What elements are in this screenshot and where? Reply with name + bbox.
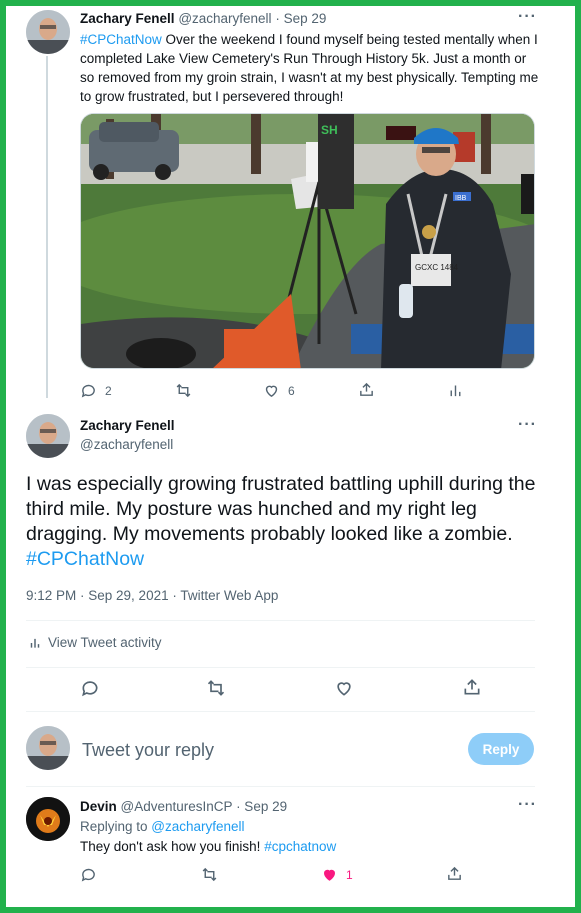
analytics-icon [450, 385, 461, 397]
share-action[interactable] [462, 677, 482, 697]
divider [26, 711, 535, 712]
image-bib-text: GCXC 1484 [415, 263, 459, 272]
tweet-date[interactable]: · Sep 29 [236, 799, 287, 814]
hashtag-link[interactable]: #cpchatnow [264, 839, 336, 854]
tweet-image[interactable]: SH GCXC 1484 IBB [80, 113, 535, 369]
avatar[interactable] [26, 414, 70, 458]
divider [26, 620, 535, 621]
retweet-action[interactable] [206, 678, 226, 698]
reply-action[interactable]: 2 [80, 382, 112, 399]
tweet-header: Devin @AdventuresInCP · Sep 29 [80, 799, 287, 814]
reply-action[interactable] [80, 678, 100, 698]
tweet-text: #CPChatNow Over the weekend I found myse… [80, 30, 542, 106]
retweet-action[interactable] [175, 382, 192, 399]
replying-to-link[interactable]: @zacharyfenell [151, 819, 244, 834]
more-options-icon[interactable]: ··· [518, 8, 537, 26]
avatar[interactable] [26, 10, 70, 54]
reply-count: 2 [105, 383, 112, 398]
svg-text:SH: SH [321, 123, 338, 137]
image-brand-text: IBB [455, 195, 467, 202]
like-action[interactable]: 6 [263, 382, 295, 399]
retweet-icon [207, 680, 225, 696]
reply-icon [81, 384, 95, 398]
focused-tweet-text: I was especially growing frustrated batt… [26, 472, 546, 572]
tweet-metadata[interactable]: 9:12 PM · Sep 29, 2021 · Twitter Web App [26, 588, 278, 603]
view-activity-label: View Tweet activity [48, 635, 162, 650]
like-action[interactable] [334, 678, 354, 698]
reply-button[interactable]: Reply [468, 733, 534, 765]
author-handle[interactable]: @zacharyfenell [178, 11, 271, 26]
author-handle[interactable]: @zacharyfenell [80, 437, 173, 452]
like-action[interactable]: 1 [321, 866, 353, 883]
hashtag-link[interactable]: #CPChatNow [26, 548, 144, 570]
more-options-icon[interactable]: ··· [518, 796, 537, 814]
share-icon [464, 679, 480, 695]
tweet-body: They don't ask how you finish! [80, 839, 265, 854]
heart-icon [265, 385, 278, 398]
share-action[interactable] [446, 865, 463, 882]
analytics-action[interactable] [447, 382, 464, 399]
retweet-icon [176, 383, 191, 398]
analytics-icon [30, 638, 40, 648]
reply-icon [81, 868, 95, 882]
author-handle[interactable]: @AdventuresInCP [121, 799, 233, 814]
share-icon [360, 382, 373, 396]
like-count: 6 [288, 383, 295, 398]
tweet-body: I was especially growing frustrated batt… [26, 473, 536, 545]
reply-icon [82, 681, 98, 697]
author-name[interactable]: Devin [80, 799, 117, 814]
retweet-action[interactable] [201, 866, 218, 883]
heart-icon [337, 682, 351, 696]
share-icon [448, 866, 461, 880]
divider [26, 667, 535, 668]
like-count: 1 [346, 867, 353, 882]
view-tweet-activity[interactable]: View Tweet activity [28, 635, 162, 650]
reply-action[interactable] [80, 866, 97, 883]
tweet-header: Zachary Fenell @zacharyfenell · Sep 29 [80, 11, 326, 26]
author-name[interactable]: Zachary Fenell [80, 418, 175, 433]
replying-to-label: Replying to [80, 819, 152, 834]
more-options-icon[interactable]: ··· [518, 416, 537, 434]
tweet-text: They don't ask how you finish! #cpchatno… [80, 839, 336, 854]
share-action[interactable] [358, 381, 375, 398]
retweet-icon [202, 867, 217, 882]
replying-to: Replying to @zacharyfenell [80, 819, 245, 834]
reply-input[interactable]: Tweet your reply [82, 740, 214, 761]
avatar[interactable] [26, 797, 70, 841]
avatar[interactable] [26, 726, 70, 770]
thread-line [46, 56, 48, 398]
divider [26, 786, 535, 787]
heart-filled-icon [324, 869, 335, 881]
tweet-date[interactable]: · Sep 29 [275, 11, 326, 26]
author-name[interactable]: Zachary Fenell [80, 11, 175, 26]
hashtag-link[interactable]: #CPChatNow [80, 32, 162, 47]
